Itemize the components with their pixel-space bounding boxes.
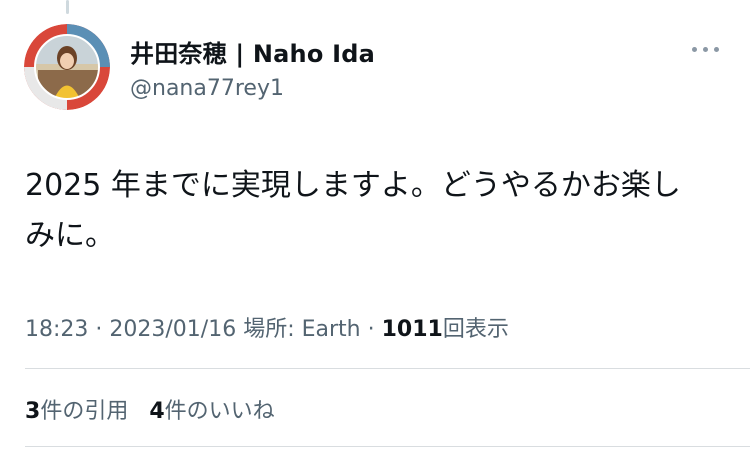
more-horizontal-icon — [692, 46, 697, 52]
views-label: 回表示 — [442, 317, 509, 342]
tweet-time[interactable]: 18:23 — [25, 317, 88, 342]
meta-separator: · — [360, 317, 382, 342]
likes-stat[interactable]: 4件のいいね — [149, 399, 274, 424]
likes-count: 4 — [149, 399, 165, 424]
tweet-text-line: 2025 年までに実現しますよ。どうやるかお楽し — [25, 168, 681, 203]
thread-connector-line — [66, 0, 69, 14]
tweet-text: 2025 年までに実現しますよ。どうやるかお楽し みに。 — [25, 161, 725, 261]
avatar[interactable] — [24, 24, 110, 110]
tweet-meta: 18:23 · 2023/01/16 場所: Earth · 1011回表示 — [25, 311, 509, 343]
tweet-date[interactable]: 2023/01/16 — [109, 317, 236, 342]
display-name[interactable]: 井田奈穂 | Naho Ida — [130, 34, 375, 69]
quotes-stat[interactable]: 3件の引用 — [25, 399, 128, 424]
tweet-text-line: みに。 — [25, 218, 115, 253]
views-count: 1011 — [381, 317, 443, 342]
quotes-label: 件の引用 — [40, 399, 129, 424]
divider — [25, 446, 750, 447]
meta-separator: · — [88, 317, 110, 342]
quotes-count: 3 — [25, 399, 41, 424]
tweet-location: 場所: Earth — [243, 317, 361, 342]
engagement-stats: 3件の引用 4件のいいね — [25, 393, 275, 425]
more-options-button[interactable] — [692, 42, 724, 56]
likes-label: 件のいいね — [164, 399, 275, 424]
divider — [25, 368, 750, 369]
user-handle[interactable]: @nana77rey1 — [130, 76, 284, 101]
avatar-image — [24, 24, 110, 110]
